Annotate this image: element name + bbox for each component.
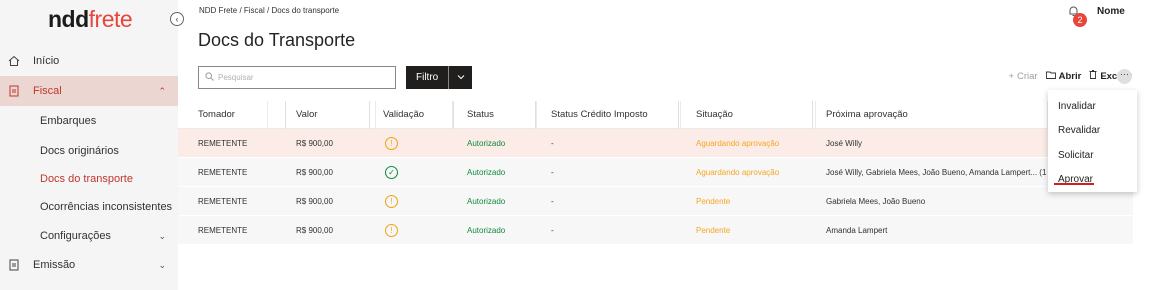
open-button[interactable]: Abrir	[1045, 70, 1082, 82]
annotation-underline	[1054, 183, 1094, 185]
sidebar-item-label: Emissão	[33, 259, 76, 271]
column-header-validacao[interactable]: Validação	[383, 101, 453, 128]
chevron-down-icon[interactable]	[449, 66, 472, 89]
cell-tomador: REMETENTE	[198, 225, 248, 235]
cell-situacao: Aguardando aprovação	[696, 167, 780, 177]
cell-status-credito: -	[551, 196, 554, 206]
check-icon[interactable]: ✓	[385, 165, 398, 179]
cell-status: Autorizado	[467, 225, 506, 235]
table-row[interactable]: REMETENTE R$ 900,00 ✓ Autorizado - Aguar…	[178, 158, 1133, 187]
more-options-button[interactable]: ···	[1117, 69, 1132, 84]
docs-table: Tomador Valor Validação Status Status Cr…	[178, 101, 1133, 245]
sidebar-item-emissao[interactable]: Emissão ⌄	[0, 250, 178, 280]
cell-situacao: Aguardando aprovação	[696, 138, 780, 148]
plus-icon: +	[1008, 70, 1015, 82]
cell-validacao: ✓	[383, 158, 453, 186]
sidebar-item-label: Docs originários	[40, 145, 119, 157]
column-header-valor[interactable]: Valor	[296, 101, 376, 128]
cell-valor: R$ 900,00	[296, 196, 333, 206]
cell-proxima-aprovacao: José Willy	[826, 138, 863, 148]
cell-validacao: !	[383, 129, 453, 157]
sidebar-item-fiscal[interactable]: Fiscal ⌃	[0, 76, 178, 106]
page-title: Docs do Transporte	[198, 30, 356, 50]
filter-button[interactable]: Filtro	[406, 66, 472, 89]
notification-badge: 2	[1073, 13, 1087, 27]
open-label: Abrir	[1058, 70, 1082, 82]
chevron-down-icon: ⌄	[158, 230, 166, 241]
sidebar: nddfrete Início Fiscal ⌃ Embarques Docs …	[0, 0, 178, 290]
table-header: Tomador Valor Validação Status Status Cr…	[178, 101, 1133, 129]
sidebar-item-label: Ocorrências inconsistentes	[40, 201, 173, 213]
cell-status-credito: -	[551, 225, 554, 235]
cell-tomador: REMETENTE	[198, 138, 248, 148]
home-icon	[7, 54, 21, 68]
sidebar-item-docs-do-transporte[interactable]: Docs do transporte	[0, 164, 178, 194]
trash-icon	[1089, 70, 1097, 82]
cell-status: Autorizado	[467, 196, 506, 206]
menu-item-revalidar[interactable]: Revalidar	[1058, 125, 1100, 136]
search-icon	[205, 71, 214, 84]
cell-valor: R$ 900,00	[296, 138, 333, 148]
app: nddfrete Início Fiscal ⌃ Embarques Docs …	[0, 0, 1172, 290]
column-header-situacao[interactable]: Situação	[696, 101, 816, 128]
sidebar-item-label: Docs do transporte	[40, 173, 133, 185]
sidebar-item-label: Início	[33, 55, 60, 67]
more-options-menu: Invalidar Revalidar Solicitar Aprovar	[1048, 90, 1137, 192]
cell-proxima-aprovacao: José Willy, Gabriela Mees, João Bueno, A…	[826, 167, 1047, 177]
cell-status-credito: -	[551, 138, 554, 148]
menu-item-invalidar[interactable]: Invalidar	[1058, 101, 1096, 112]
chevron-down-icon: ⌄	[158, 259, 166, 270]
sidebar-item-docs-originarios[interactable]: Docs originários	[0, 136, 178, 166]
filter-label: Filtro	[416, 72, 439, 83]
cell-status-credito: -	[551, 167, 554, 177]
warning-icon[interactable]: !	[385, 136, 398, 150]
user-menu[interactable]: Nome	[1097, 6, 1125, 17]
sidebar-item-configuracoes[interactable]: Configurações ⌄	[0, 221, 178, 251]
cell-proxima-aprovacao: Amanda Lampert	[826, 225, 888, 235]
cell-tomador: REMETENTE	[198, 167, 248, 177]
cell-status: Autorizado	[467, 138, 506, 148]
sidebar-item-label: Configurações	[40, 230, 111, 242]
collapse-sidebar-button[interactable]: ‹	[170, 12, 184, 26]
column-header-tomador[interactable]: Tomador	[198, 101, 268, 128]
brand-logo[interactable]: nddfrete	[48, 6, 133, 33]
cell-valor: R$ 900,00	[296, 167, 333, 177]
cell-validacao: !	[383, 187, 453, 215]
cell-tomador: REMETENTE	[198, 196, 248, 206]
cell-proxima-aprovacao: Gabriela Mees, João Bueno	[826, 196, 926, 206]
sidebar-item-embarques[interactable]: Embarques	[0, 106, 178, 136]
document-icon	[7, 84, 21, 98]
warning-icon[interactable]: !	[385, 194, 398, 208]
folder-icon	[1045, 71, 1056, 82]
search-input[interactable]	[218, 73, 388, 82]
column-header-status[interactable]: Status	[467, 101, 537, 128]
table-row[interactable]: REMETENTE R$ 900,00 ! Autorizado - Pende…	[178, 187, 1133, 216]
cell-valor: R$ 900,00	[296, 225, 333, 235]
sidebar-item-inicio[interactable]: Início	[0, 46, 178, 76]
sidebar-item-label: Fiscal	[33, 85, 62, 97]
search-box[interactable]	[198, 66, 396, 89]
create-label: Criar	[1017, 70, 1038, 82]
logo-part2: frete	[88, 6, 133, 32]
cell-situacao: Pendente	[696, 225, 731, 235]
chevron-left-icon: ‹	[175, 14, 179, 24]
sidebar-item-label: Embarques	[40, 115, 97, 127]
column-header-proxima-aprovacao[interactable]: Próxima aprovação	[826, 101, 1048, 128]
toolbar: + Criar Abrir Excluir	[1008, 70, 1132, 82]
create-button[interactable]: + Criar	[1008, 71, 1037, 82]
cell-validacao: !	[383, 216, 453, 244]
table-row[interactable]: REMETENTE R$ 900,00 ! Autorizado - Aguar…	[178, 129, 1133, 158]
logo-part1: ndd	[48, 6, 89, 32]
sidebar-item-ocorrencias[interactable]: Ocorrências inconsistentes	[0, 192, 178, 222]
document-icon	[7, 258, 21, 272]
cell-status: Autorizado	[467, 167, 506, 177]
table-row[interactable]: REMETENTE R$ 900,00 ! Autorizado - Pende…	[178, 216, 1133, 245]
breadcrumb[interactable]: NDD Frete / Fiscal / Docs do transporte	[199, 6, 339, 15]
chevron-up-icon: ⌃	[158, 85, 166, 96]
column-header-status-credito[interactable]: Status Crédito Imposto	[551, 101, 681, 128]
cell-situacao: Pendente	[696, 196, 731, 206]
menu-item-solicitar[interactable]: Solicitar	[1058, 150, 1094, 161]
warning-icon[interactable]: !	[385, 223, 398, 237]
